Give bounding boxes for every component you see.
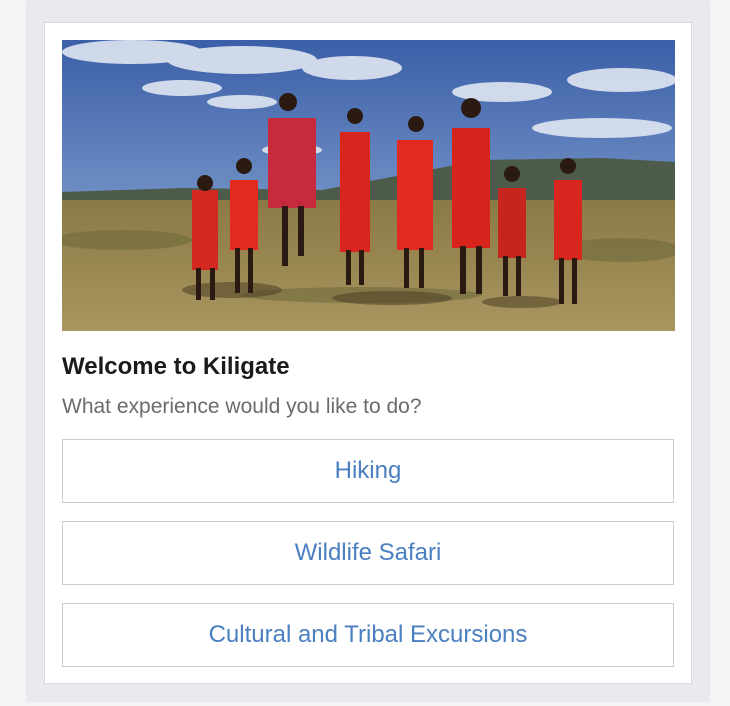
- card-title: Welcome to Kiligate: [62, 353, 290, 380]
- choice-button-label: Hiking: [334, 457, 402, 484]
- choice-button-cultural-excursions[interactable]: Cultural and Tribal Excursions: [62, 603, 674, 667]
- hero-image: [62, 40, 675, 331]
- welcome-card: Welcome to Kiligate What experience woul…: [44, 22, 692, 684]
- choice-button-label: Wildlife Safari: [294, 539, 442, 566]
- choice-button-label: Cultural and Tribal Excursions: [208, 621, 528, 648]
- choice-button-hiking[interactable]: Hiking: [62, 439, 674, 503]
- card-subtitle: What experience would you like to do?: [62, 395, 422, 418]
- choice-button-wildlife-safari[interactable]: Wildlife Safari: [62, 521, 674, 585]
